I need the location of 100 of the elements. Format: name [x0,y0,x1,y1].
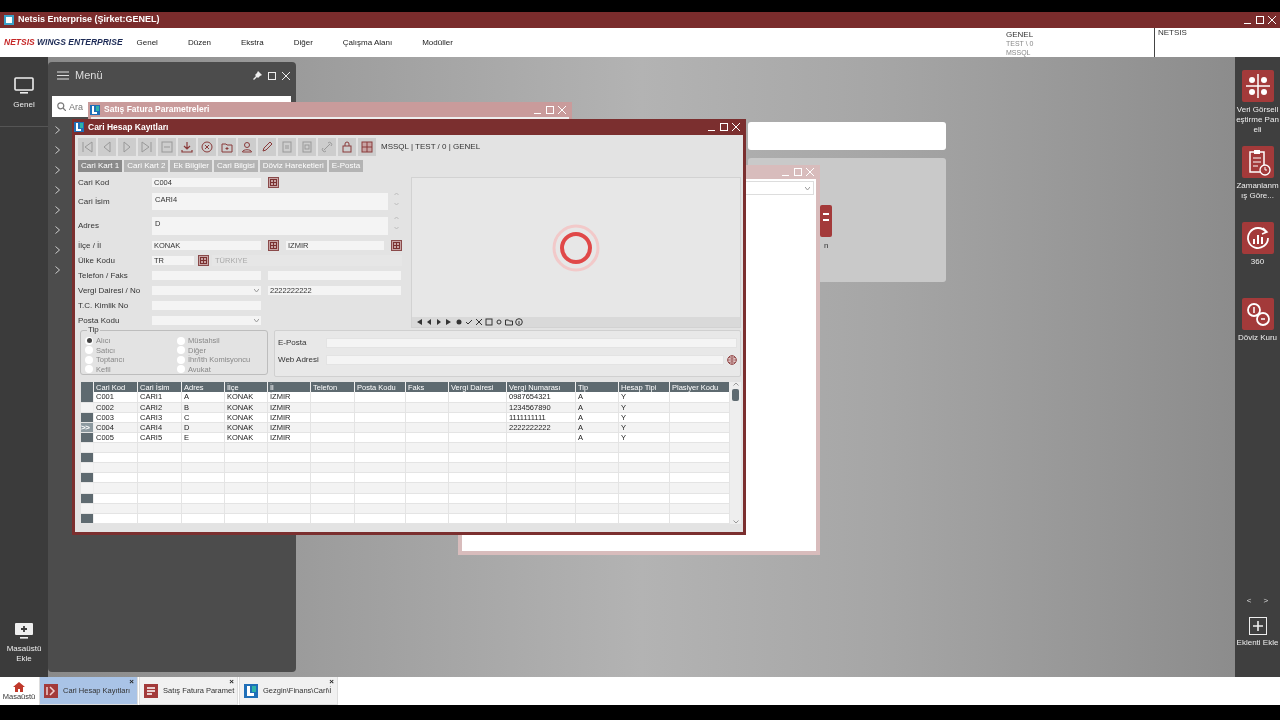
row-header[interactable] [80,493,94,504]
radio-button[interactable] [85,365,93,374]
row-header[interactable] [80,432,94,443]
chevron-icon[interactable] [55,146,60,154]
dropdown-field[interactable] [151,285,262,296]
grid-icon [270,242,277,249]
field-label: Web Adresi [278,354,320,366]
play-icon[interactable] [435,318,443,326]
shortcut-button[interactable]: Veri Görselleştirme Paneli [1235,70,1280,146]
close-button[interactable]: × [129,678,134,686]
previous-icon[interactable] [425,318,433,326]
field-label: Adres [78,220,100,232]
chevron-icon[interactable] [55,266,60,274]
refresh-icon[interactable] [495,318,503,326]
chevron-icon[interactable] [55,186,60,194]
info-icon[interactable] [515,318,523,326]
shortcut-button[interactable]: Döviz Kuru [1235,298,1280,374]
window-icon [144,683,158,698]
chevron-icon[interactable] [55,226,60,234]
field-label: E-Posta [278,337,308,349]
user-button[interactable] [238,137,256,156]
check-icon[interactable] [465,318,473,326]
shortcut-button[interactable]: Zamanlanmış Göre... [1235,146,1280,222]
row-header [80,382,94,393]
radio-button[interactable] [177,346,185,355]
caret-icon [805,186,810,190]
lookup-button[interactable] [268,240,279,251]
menu-item[interactable]: Modüller [422,36,453,49]
monitor-plus-icon [14,622,34,640]
radio-button[interactable] [85,355,93,364]
row-header[interactable] [80,513,94,524]
menu-item[interactable]: Çalışma Alanı [342,36,393,49]
scrollbar-thumb[interactable] [732,389,739,401]
tile-label: n [824,240,829,252]
first-icon[interactable] [415,318,423,326]
add-plugin-button[interactable]: Eklenti Ekle [1235,617,1280,648]
connection-label: MSSQL | TEST / 0 | GENEL [381,140,481,153]
dot-icon[interactable] [455,318,463,326]
download-icon [180,139,194,154]
save-button[interactable] [178,137,196,156]
lookup-button[interactable] [198,255,209,266]
cancel-button[interactable] [198,137,216,156]
field-label: Cari İsim [78,196,111,208]
radio-button[interactable] [85,336,93,345]
new-button[interactable] [218,137,236,156]
window-icon[interactable] [485,318,493,326]
group-label: Tip [87,326,100,334]
pager-arrow[interactable]: < [1246,595,1252,607]
grid-icon [200,257,207,264]
row-header[interactable] [80,392,94,403]
home-icon [13,681,25,692]
field-label: Vergi Dairesi / No [78,285,142,296]
shortcut-button[interactable]: 360 [1235,222,1280,298]
desktop-tab[interactable]: Genel [13,77,35,110]
row-header[interactable] [80,412,94,423]
caret-icon [254,289,259,292]
chevron-icon[interactable] [55,206,60,214]
edit-button[interactable] [258,137,276,156]
menu-item[interactable]: Diğer [293,36,313,49]
x-icon[interactable] [475,318,483,326]
chevron-icon[interactable] [55,246,60,254]
logo: NETSIS WINGS ENTERPRISE [4,37,123,48]
excel-button[interactable] [358,137,376,156]
row-header[interactable] [80,472,94,483]
panel-title: Menü [75,68,103,84]
radio-button[interactable] [85,346,93,355]
document-icon [280,139,294,154]
menu-item[interactable]: Düzen [187,36,212,49]
chevron-icon[interactable] [55,126,60,134]
close-button[interactable]: × [329,678,334,686]
field-label: İlçe / İl [78,240,103,251]
row-header[interactable] [80,452,94,463]
dropdown-field[interactable] [151,315,262,326]
coins-icon [1241,298,1274,330]
radio-button[interactable] [177,355,185,364]
last-icon [140,139,154,154]
company-label: GENEL [1006,30,1034,39]
loading-spinner-icon [551,222,601,273]
menu-item[interactable]: Genel [136,36,158,49]
last-icon[interactable] [445,318,453,326]
lock-icon [340,139,354,154]
chevron-icon[interactable] [55,166,60,174]
lookup-button[interactable] [268,177,279,188]
window-title: Satış Fatura Parametreleri [104,103,210,116]
close-button[interactable]: × [229,678,234,686]
close-icon[interactable] [282,71,290,80]
folder-icon[interactable] [505,318,513,326]
pin-icon[interactable] [253,71,262,80]
maximize-icon[interactable] [268,71,276,80]
lock-button[interactable] [338,137,356,156]
add-desktop-button[interactable]: Masaüstü Ekle [4,622,44,664]
radio-button[interactable] [177,365,185,374]
field-label: Cari Kod [78,177,111,188]
lookup-button[interactable] [391,240,402,251]
menu-item[interactable]: Ekstra [241,36,264,49]
scrollbar[interactable] [730,382,741,524]
globe-icon[interactable] [727,355,737,365]
pager-arrow[interactable]: > [1263,595,1269,607]
field-label: T.C. Kimlik No [78,300,130,311]
radio-button[interactable] [177,336,185,345]
